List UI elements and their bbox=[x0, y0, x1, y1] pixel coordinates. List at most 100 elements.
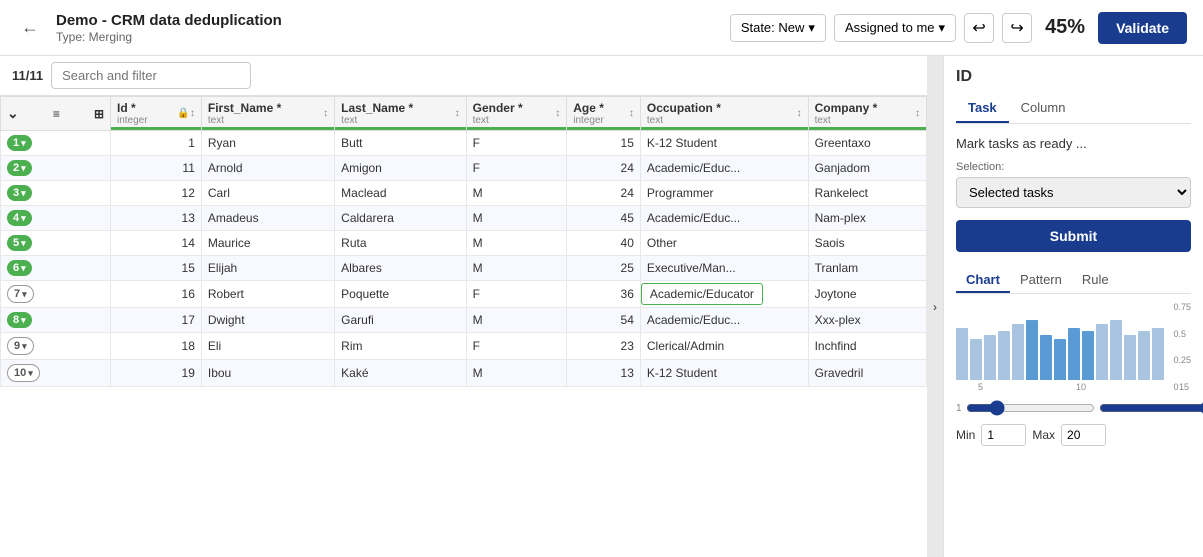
collapse-handle[interactable]: › bbox=[927, 56, 943, 557]
table-cell-firstname: Amadeus bbox=[201, 206, 334, 231]
chart-bar bbox=[1068, 328, 1080, 381]
table-row-badge[interactable]: 4 ▾ bbox=[1, 206, 111, 231]
table-cell-firstname: Arnold bbox=[201, 156, 334, 181]
sort-company-icon[interactable]: ↕ bbox=[915, 108, 920, 119]
page-subtitle: Type: Merging bbox=[56, 30, 132, 44]
grid-icon[interactable]: ⊞ bbox=[94, 107, 104, 121]
col-header-occupation: Occupation *text ↕ bbox=[640, 97, 808, 131]
table-cell-company: Greentaxo bbox=[808, 131, 926, 156]
max-input[interactable] bbox=[1061, 424, 1106, 446]
range-slider-start[interactable] bbox=[966, 400, 1095, 416]
search-input[interactable] bbox=[51, 62, 251, 89]
table-row-badge[interactable]: 3 ▾ bbox=[1, 181, 111, 206]
table-cell-firstname: Maurice bbox=[201, 231, 334, 256]
table-cell-occupation: Clerical/Admin bbox=[640, 333, 808, 360]
table-wrapper: ⌄ ≡ ⊞ Id *integer 🔒↕ bbox=[0, 96, 927, 557]
table-cell-id: 14 bbox=[111, 231, 202, 256]
table-cell-occupation: K-12 Student bbox=[640, 360, 808, 387]
table-cell-id: 18 bbox=[111, 333, 202, 360]
select-all-icon[interactable]: ⌄ bbox=[7, 105, 19, 122]
table-cell-gender: F bbox=[466, 156, 567, 181]
table-cell-gender: F bbox=[466, 131, 567, 156]
min-label: Min bbox=[956, 428, 975, 442]
table-cell-id: 19 bbox=[111, 360, 202, 387]
table-cell-age: 24 bbox=[567, 181, 641, 206]
header-title-block: Demo - CRM data deduplication Type: Merg… bbox=[56, 12, 718, 44]
col-header-lastname: Last_Name *text ↕ bbox=[335, 97, 466, 131]
sort-occupation-icon[interactable]: ↕ bbox=[797, 108, 802, 119]
sort-gender-icon[interactable]: ↕ bbox=[555, 108, 560, 119]
data-table: ⌄ ≡ ⊞ Id *integer 🔒↕ bbox=[0, 96, 927, 387]
table-cell-firstname: Elijah bbox=[201, 256, 334, 281]
chart-tab-chart[interactable]: Chart bbox=[956, 268, 1010, 293]
table-cell-lastname: Poquette bbox=[335, 281, 466, 308]
state-button[interactable]: State: New ▾ bbox=[730, 14, 826, 42]
col-header-select: ⌄ ≡ ⊞ bbox=[1, 97, 111, 131]
chart-bars bbox=[956, 302, 1164, 382]
progress-percent: 45% bbox=[1040, 16, 1090, 39]
table-row-badge[interactable]: 8 ▾ bbox=[1, 308, 111, 333]
range-slider-end[interactable] bbox=[1099, 400, 1203, 416]
right-panel-id-label: ID bbox=[956, 68, 1191, 86]
chart-bar bbox=[956, 328, 968, 381]
table-cell-lastname: Garufi bbox=[335, 308, 466, 333]
table-cell-occupation: Academic/Educator bbox=[640, 281, 808, 308]
table-cell-gender: M bbox=[466, 360, 567, 387]
table-cell-firstname: Robert bbox=[201, 281, 334, 308]
table-cell-company: Xxx-plex bbox=[808, 308, 926, 333]
table-row-badge[interactable]: 2 ▾ bbox=[1, 156, 111, 181]
chart-tab-rule[interactable]: Rule bbox=[1072, 268, 1119, 293]
table-cell-gender: M bbox=[466, 206, 567, 231]
table-cell-age: 54 bbox=[567, 308, 641, 333]
table-cell-lastname: Maclead bbox=[335, 181, 466, 206]
tab-task[interactable]: Task bbox=[956, 94, 1009, 123]
table-cell-company: Rankelect bbox=[808, 181, 926, 206]
table-cell-occupation: Academic/Educ... bbox=[640, 156, 808, 181]
table-cell-id: 11 bbox=[111, 156, 202, 181]
submit-button[interactable]: Submit bbox=[956, 220, 1191, 252]
table-cell-lastname: Butt bbox=[335, 131, 466, 156]
redo-button[interactable]: ↪ bbox=[1002, 13, 1032, 43]
sort-age-icon[interactable]: ↕ bbox=[629, 108, 634, 119]
table-cell-lastname: Caldarera bbox=[335, 206, 466, 231]
table-cell-gender: F bbox=[466, 281, 567, 308]
validate-button[interactable]: Validate bbox=[1098, 12, 1187, 44]
table-cell-lastname: Ruta bbox=[335, 231, 466, 256]
table-cell-id: 1 bbox=[111, 131, 202, 156]
sort-firstname-icon[interactable]: ↕ bbox=[323, 108, 328, 119]
table-cell-occupation: Executive/Man... bbox=[640, 256, 808, 281]
column-menu-icon[interactable]: ≡ bbox=[53, 107, 60, 121]
table-cell-id: 13 bbox=[111, 206, 202, 231]
table-row-badge[interactable]: 7 ▾ bbox=[1, 281, 111, 308]
table-cell-company: Saois bbox=[808, 231, 926, 256]
chart-bar bbox=[1054, 339, 1066, 380]
col-header-gender: Gender *text ↕ bbox=[466, 97, 567, 131]
table-row-badge[interactable]: 10 ▾ bbox=[1, 360, 111, 387]
collapse-icon: › bbox=[933, 300, 937, 314]
table-row-badge[interactable]: 9 ▾ bbox=[1, 333, 111, 360]
back-button[interactable]: ← bbox=[16, 14, 44, 42]
table-cell-id: 16 bbox=[111, 281, 202, 308]
assigned-button[interactable]: Assigned to me ▾ bbox=[834, 14, 956, 42]
table-cell-lastname: Kaké bbox=[335, 360, 466, 387]
table-cell-age: 24 bbox=[567, 156, 641, 181]
chart-x-labels: 5 10 15 bbox=[956, 382, 1191, 392]
sort-id-icon[interactable]: 🔒↕ bbox=[177, 108, 194, 119]
table-row-badge[interactable]: 5 ▾ bbox=[1, 231, 111, 256]
chart-y-axis: 0.75 0.5 0.25 0 bbox=[1173, 302, 1191, 392]
undo-button[interactable]: ↩ bbox=[964, 13, 994, 43]
back-icon: ← bbox=[21, 17, 39, 38]
table-cell-firstname: Dwight bbox=[201, 308, 334, 333]
table-row-badge[interactable]: 1 ▾ bbox=[1, 131, 111, 156]
table-cell-age: 36 bbox=[567, 281, 641, 308]
min-input[interactable] bbox=[981, 424, 1026, 446]
sort-lastname-icon[interactable]: ↕ bbox=[455, 108, 460, 119]
table-row-badge[interactable]: 6 ▾ bbox=[1, 256, 111, 281]
chart-tab-pattern[interactable]: Pattern bbox=[1010, 268, 1072, 293]
tab-column[interactable]: Column bbox=[1009, 94, 1078, 123]
selection-dropdown[interactable]: Selected tasksAll tasksCurrent task bbox=[956, 177, 1191, 208]
slider-row: 1 20 bbox=[956, 400, 1191, 416]
chart-bar bbox=[1138, 331, 1150, 380]
table-cell-lastname: Amigon bbox=[335, 156, 466, 181]
col-header-age: Age *integer ↕ bbox=[567, 97, 641, 131]
